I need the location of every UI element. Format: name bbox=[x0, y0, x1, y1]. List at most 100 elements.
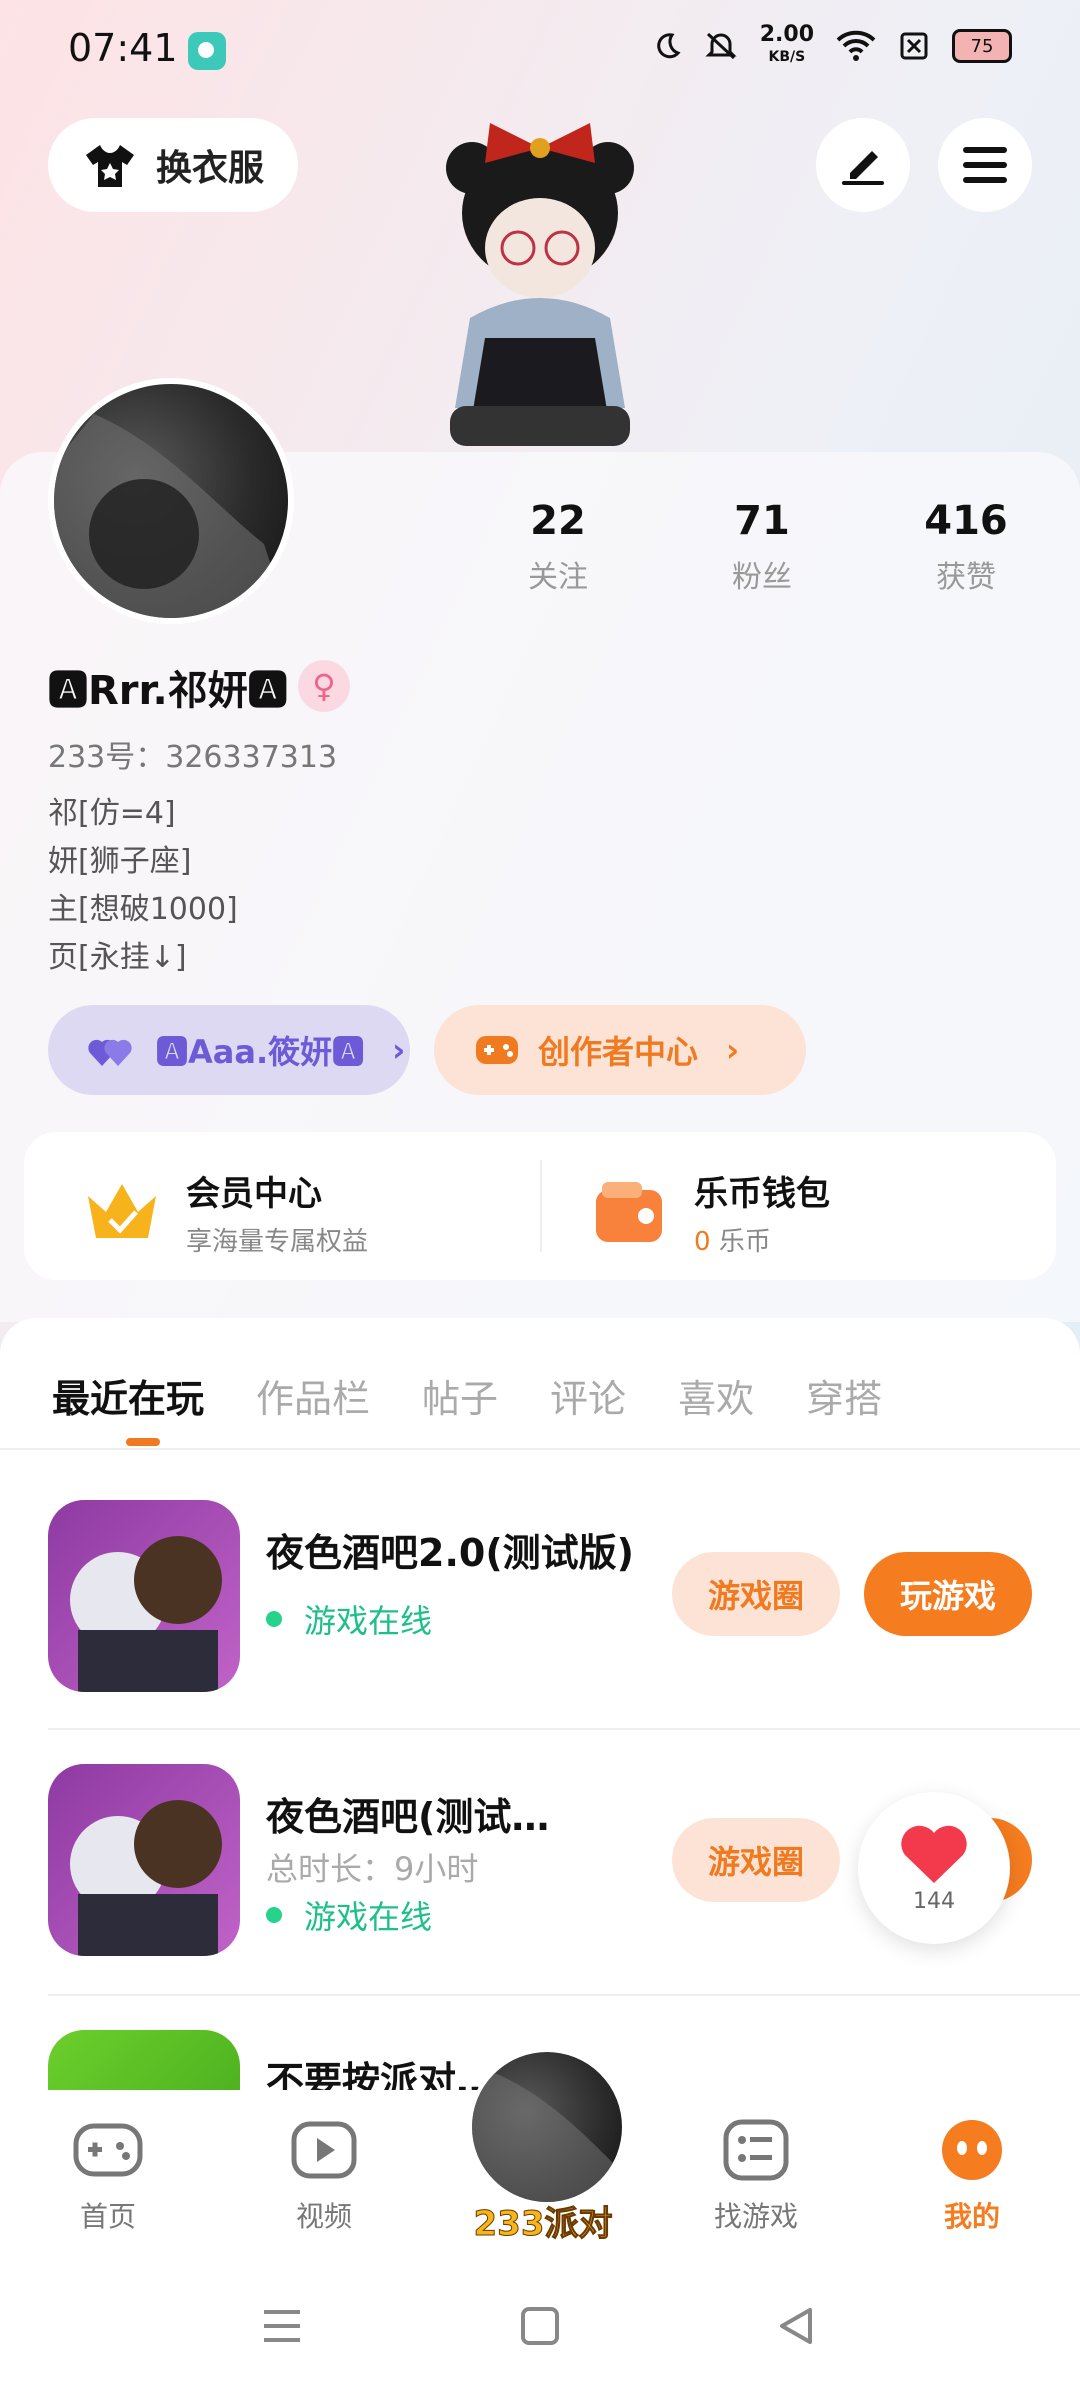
menu-icon bbox=[963, 147, 1007, 183]
creator-center-pill[interactable]: 创作者中心 › bbox=[434, 1005, 806, 1095]
menu-button[interactable] bbox=[938, 118, 1032, 212]
stat-fans[interactable]: 71 粉丝 bbox=[682, 498, 842, 596]
tab-outfits[interactable]: 穿搭 bbox=[806, 1368, 882, 1423]
play-game-button[interactable]: 玩游戏 bbox=[864, 1552, 1032, 1636]
bio: 祁[仿=4] 妍[狮子座] 主[想破1000] 页[永挂↓] bbox=[48, 790, 238, 982]
nav-video[interactable]: 视频 bbox=[244, 2118, 404, 2235]
party-avatar-image bbox=[472, 2072, 622, 2202]
system-nav-bar bbox=[0, 2260, 1080, 2400]
profile-tabs: 最近在玩 作品栏 帖子 评论 喜欢 穿搭 bbox=[0, 1340, 1080, 1450]
stat-likes[interactable]: 416 获赞 bbox=[886, 498, 1046, 596]
mute-bell-icon bbox=[705, 32, 737, 60]
edit-profile-button[interactable] bbox=[816, 118, 910, 212]
network-speed: 2.00 KB/S bbox=[760, 24, 814, 68]
stat-value: 22 bbox=[530, 498, 586, 544]
status-time: 07:41 bbox=[68, 26, 178, 70]
bio-line: 主[想破1000] bbox=[48, 892, 238, 927]
tab-posts[interactable]: 帖子 bbox=[422, 1368, 498, 1423]
double-heart-icon bbox=[88, 1039, 132, 1066]
wifi-icon bbox=[836, 30, 876, 61]
vip-title: 会员中心 bbox=[186, 1174, 322, 1214]
back-icon[interactable] bbox=[776, 2306, 816, 2346]
nav-label: 视频 bbox=[295, 2200, 352, 2233]
user-id[interactable]: 233号：326337313 bbox=[48, 732, 337, 776]
online-dot bbox=[266, 1907, 282, 1923]
dress-up-button[interactable]: 换衣服 bbox=[48, 118, 298, 212]
nav-label: 首页 bbox=[79, 2200, 136, 2233]
chevron-right-icon: › bbox=[392, 1031, 406, 1069]
nav-label: 找游戏 bbox=[713, 2200, 798, 2233]
avatar-character[interactable] bbox=[430, 108, 650, 453]
game-icon bbox=[48, 1500, 240, 1692]
nav-home[interactable]: 首页 bbox=[28, 2118, 188, 2235]
list-icon bbox=[723, 2119, 789, 2181]
heart-icon bbox=[901, 1825, 967, 1883]
tab-comments[interactable]: 评论 bbox=[550, 1368, 626, 1423]
online-status: 游戏在线 bbox=[266, 1596, 432, 1642]
stat-value: 416 bbox=[924, 498, 1008, 544]
game-title: 夜色酒吧2.0(测试版) bbox=[266, 1531, 635, 1575]
like-bubble[interactable]: 144 bbox=[858, 1792, 1010, 1944]
smile-face-icon bbox=[942, 2120, 1002, 2180]
dress-up-label: 换衣服 bbox=[156, 148, 265, 189]
online-status: 游戏在线 bbox=[266, 1892, 432, 1938]
net-speed-value: 2.00 bbox=[759, 22, 814, 47]
game-circle-button[interactable]: 游戏圈 bbox=[672, 1552, 840, 1636]
crown-icon bbox=[88, 1184, 156, 1238]
home-icon[interactable] bbox=[520, 2306, 560, 2346]
creator-center-label: 创作者中心 bbox=[538, 1033, 699, 1071]
tab-works[interactable]: 作品栏 bbox=[256, 1368, 370, 1423]
recent-apps-icon[interactable] bbox=[262, 2308, 302, 2344]
nav-party-label[interactable]: 233派对 bbox=[448, 2196, 638, 2245]
game-cover bbox=[70, 1800, 222, 1956]
online-label: 游戏在线 bbox=[304, 1898, 433, 1936]
divider bbox=[540, 1160, 542, 1252]
stat-label: 关注 bbox=[528, 560, 588, 595]
notification-app-icon bbox=[188, 32, 226, 70]
membership-wallet-card: 会员中心 享海量专属权益 乐币钱包 0 乐币 bbox=[24, 1132, 1056, 1280]
wallet-title: 乐币钱包 bbox=[694, 1174, 830, 1214]
nav-mine[interactable]: 我的 bbox=[892, 2118, 1052, 2235]
pen-icon bbox=[842, 151, 884, 185]
game-cover bbox=[70, 1536, 222, 1692]
game-circle-button[interactable]: 游戏圈 bbox=[672, 1818, 840, 1902]
coin-wallet[interactable]: 乐币钱包 0 乐币 bbox=[590, 1166, 830, 1258]
battery-icon: 75 bbox=[952, 29, 1012, 63]
tab-recent-played[interactable]: 最近在玩 bbox=[52, 1368, 204, 1423]
nav-party-avatar[interactable] bbox=[468, 2048, 626, 2206]
nickname: 🅰Rrr.祁妍🅰 bbox=[48, 668, 288, 714]
tab-indicator bbox=[126, 1438, 160, 1446]
gamepad-icon bbox=[476, 1036, 518, 1064]
vip-center[interactable]: 会员中心 享海量专属权益 bbox=[82, 1166, 368, 1258]
stat-following[interactable]: 22 关注 bbox=[478, 498, 638, 596]
wallet-balance: 0 乐币 bbox=[694, 1221, 830, 1258]
profile-avatar[interactable] bbox=[48, 378, 294, 624]
game-title: 夜色酒吧(测试… bbox=[266, 1795, 550, 1839]
gamepad-icon bbox=[73, 2123, 143, 2177]
best-friend-label: 🅰Aaa.筱妍🅰 bbox=[156, 1033, 365, 1071]
play-icon bbox=[291, 2121, 357, 2179]
nav-label: 我的 bbox=[943, 2200, 1000, 2233]
nav-find-games[interactable]: 找游戏 bbox=[676, 2118, 836, 2235]
best-friend-pill[interactable]: 🅰Aaa.筱妍🅰 › bbox=[48, 1005, 410, 1095]
game-icon bbox=[48, 2030, 240, 2090]
list-item[interactable]: 夜色酒吧2.0(测试版) 游戏在线 游戏圈 玩游戏 bbox=[0, 1450, 1080, 1714]
chevron-right-icon: › bbox=[726, 1031, 740, 1069]
net-speed-unit: KB/S bbox=[768, 49, 806, 65]
tab-likes[interactable]: 喜欢 bbox=[678, 1368, 754, 1423]
bio-line: 页[永挂↓] bbox=[48, 940, 187, 975]
coin-amount: 0 bbox=[694, 1227, 711, 1257]
bio-line: 祁[仿=4] bbox=[48, 796, 176, 831]
moon-icon bbox=[656, 33, 681, 59]
stat-label: 粉丝 bbox=[732, 560, 792, 595]
status-icons: 2.00 KB/S 75 bbox=[652, 24, 1012, 68]
play-duration: 总时长：9小时 bbox=[266, 1850, 479, 1888]
online-label: 游戏在线 bbox=[304, 1602, 433, 1640]
avatar-photo bbox=[54, 414, 288, 618]
online-dot bbox=[266, 1611, 282, 1627]
game-icon bbox=[48, 1764, 240, 1956]
stat-label: 获赞 bbox=[936, 560, 996, 595]
like-count: 144 bbox=[913, 1888, 955, 1914]
coin-unit: 乐币 bbox=[718, 1227, 771, 1257]
female-icon: ♀ bbox=[298, 660, 350, 712]
